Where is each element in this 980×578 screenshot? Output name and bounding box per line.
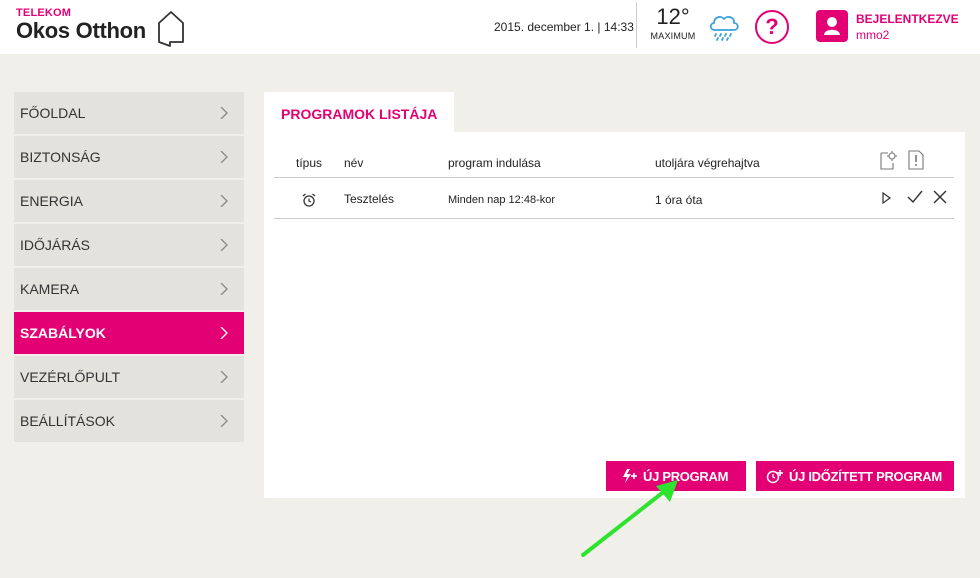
program-last-run: 1 óra óta: [655, 193, 703, 207]
sidebar-item-szabalyok[interactable]: SZABÁLYOK: [14, 312, 244, 354]
alarm-clock-icon: [302, 193, 316, 207]
chevron-right-icon: [220, 283, 228, 295]
chevron-right-icon: [220, 371, 228, 383]
app-header: TELEKOM Okos Otthon 2015. december 1. | …: [0, 0, 980, 54]
username[interactable]: mmo2: [856, 28, 889, 42]
sidebar-item-label: FŐOLDAL: [20, 105, 86, 121]
user-icon: [824, 17, 840, 35]
play-icon[interactable]: [881, 191, 893, 205]
temperature-label: MAXIMUM: [650, 31, 696, 41]
chevron-right-icon: [220, 151, 228, 163]
sidebar-item-label: BEÁLLÍTÁSOK: [20, 413, 115, 429]
sidebar-item-kamera[interactable]: KAMERA: [14, 268, 244, 310]
help-icon[interactable]: ?: [755, 10, 789, 44]
column-header-last-run: utoljára végrehajtva: [655, 156, 760, 170]
timer-plus-icon: [766, 470, 783, 484]
user-avatar[interactable]: [816, 10, 848, 42]
sidebar-item-biztonsag[interactable]: BIZTONSÁG: [14, 136, 244, 178]
header-divider: [636, 2, 637, 48]
column-header-start: program indulása: [448, 156, 541, 170]
new-timed-program-label: ÚJ IDŐZÍTETT PROGRAM: [789, 469, 942, 484]
chevron-right-icon: [220, 239, 228, 251]
chevron-right-icon: [220, 327, 228, 339]
annotation-arrow-icon: [581, 480, 678, 557]
house-icon: [158, 11, 184, 47]
new-timed-program-button[interactable]: ÚJ IDŐZÍTETT PROGRAM: [756, 461, 954, 491]
chevron-right-icon: [220, 195, 228, 207]
close-icon[interactable]: [933, 190, 947, 204]
sidebar-nav: FŐOLDAL BIZTONSÁG ENERGIA IDŐJÁRÁS KAMER…: [14, 92, 244, 444]
tab-programs-list[interactable]: PROGRAMOK LISTÁJA: [264, 92, 454, 132]
settings-file-icon[interactable]: [879, 150, 897, 170]
sidebar-item-label: KAMERA: [20, 281, 80, 297]
sidebar-item-idojaras[interactable]: IDŐJÁRÁS: [14, 224, 244, 266]
sidebar-item-vezerlopult[interactable]: VEZÉRLŐPULT: [14, 356, 244, 398]
sidebar-item-energia[interactable]: ENERGIA: [14, 180, 244, 222]
temperature-value: 12°: [656, 4, 690, 29]
column-header-type: típus: [296, 156, 323, 170]
login-status[interactable]: BEJELENTKEZVE: [856, 12, 959, 26]
page-title: PROGRAMOK LISTÁJA: [281, 106, 438, 122]
rain-cloud-icon: [709, 16, 739, 41]
table-header: típus név program indulása utoljára végr…: [274, 144, 954, 178]
program-name: Tesztelés: [344, 192, 395, 206]
sidebar-item-label: BIZTONSÁG: [20, 149, 101, 165]
sidebar-item-label: ENERGIA: [20, 193, 84, 209]
table-row[interactable]: Tesztelés Minden nap 12:48-kor 1 óra óta: [274, 178, 954, 219]
chevron-right-icon: [220, 415, 228, 427]
sidebar-item-label: SZABÁLYOK: [20, 325, 106, 341]
temperature-widget: 12° MAXIMUM: [650, 4, 696, 42]
brand-logo[interactable]: TELEKOM Okos Otthon: [16, 7, 146, 42]
column-header-name: név: [344, 156, 364, 170]
sidebar-item-label: VEZÉRLŐPULT: [20, 369, 121, 385]
date-time: 2015. december 1. | 14:33: [494, 20, 634, 34]
programs-panel: típus név program indulása utoljára végr…: [264, 132, 965, 498]
check-icon[interactable]: [907, 190, 923, 204]
program-start: Minden nap 12:48-kor: [448, 194, 556, 206]
sidebar-item-label: IDŐJÁRÁS: [20, 237, 91, 253]
chevron-right-icon: [220, 107, 228, 119]
programs-table: típus név program indulása utoljára végr…: [274, 144, 954, 219]
sidebar-item-fooldal[interactable]: FŐOLDAL: [14, 92, 244, 134]
alert-file-icon[interactable]: [907, 150, 925, 170]
brand-title: Okos Otthon: [16, 18, 146, 43]
sidebar-item-beallitasok[interactable]: BEÁLLÍTÁSOK: [14, 400, 244, 442]
